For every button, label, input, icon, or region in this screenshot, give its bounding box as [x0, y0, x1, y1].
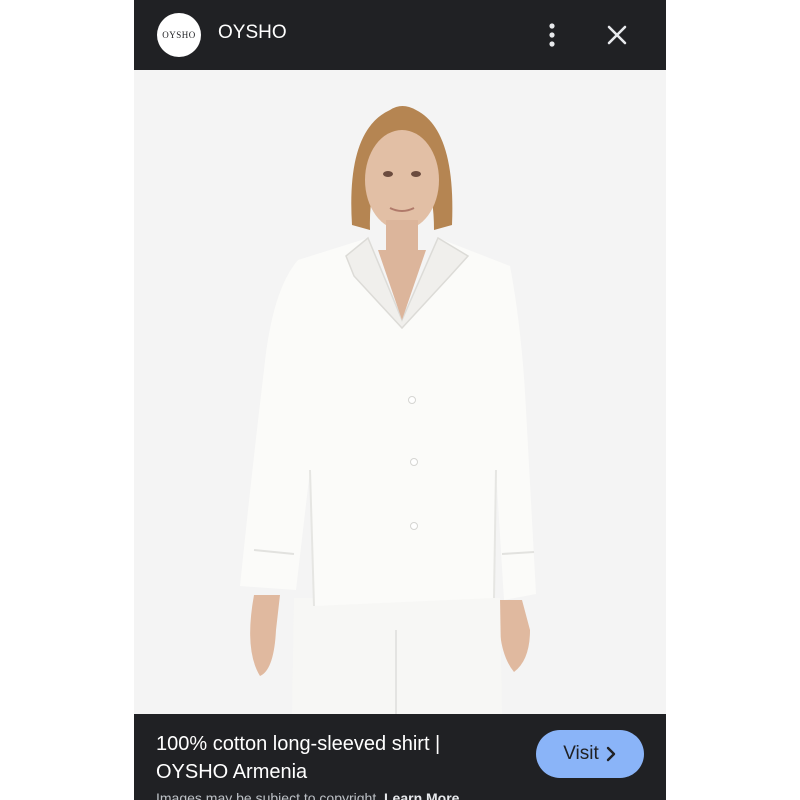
brand-logo[interactable]: OYSHO: [157, 13, 201, 57]
brand-name[interactable]: OYSHO: [218, 22, 287, 44]
visit-button-label: Visit: [563, 743, 599, 764]
shirt-button: [410, 458, 418, 466]
learn-more-link[interactable]: Learn More: [384, 790, 459, 800]
close-icon[interactable]: [604, 22, 630, 48]
shirt-button: [408, 396, 416, 404]
shirt-button: [410, 522, 418, 530]
copyright-notice: Images may be subject to copyright. Lear…: [156, 790, 459, 800]
model-face: [365, 130, 439, 230]
viewer-footer: 100% cotton long-sleeved shirt | OYSHO A…: [134, 714, 666, 800]
product-title-line2: OYSHO Armenia: [156, 761, 308, 783]
brand-logo-text: OYSHO: [162, 30, 196, 40]
image-viewer-panel: OYSHO OYSHO 100% cotton long-sleeved shi…: [134, 0, 666, 800]
product-title-line1: 100% cotton long-sleeved shirt |: [156, 733, 441, 755]
more-vert-icon[interactable]: [542, 22, 562, 48]
visit-button[interactable]: Visit: [536, 730, 644, 778]
copyright-text: Images may be subject to copyright.: [156, 790, 381, 800]
product-title[interactable]: 100% cotton long-sleeved shirt | OYSHO A…: [156, 730, 516, 786]
chevron-right-icon: [606, 746, 615, 762]
product-photo-illustration: [134, 70, 666, 714]
product-photo[interactable]: [134, 70, 666, 714]
viewer-header: OYSHO OYSHO: [134, 0, 666, 70]
